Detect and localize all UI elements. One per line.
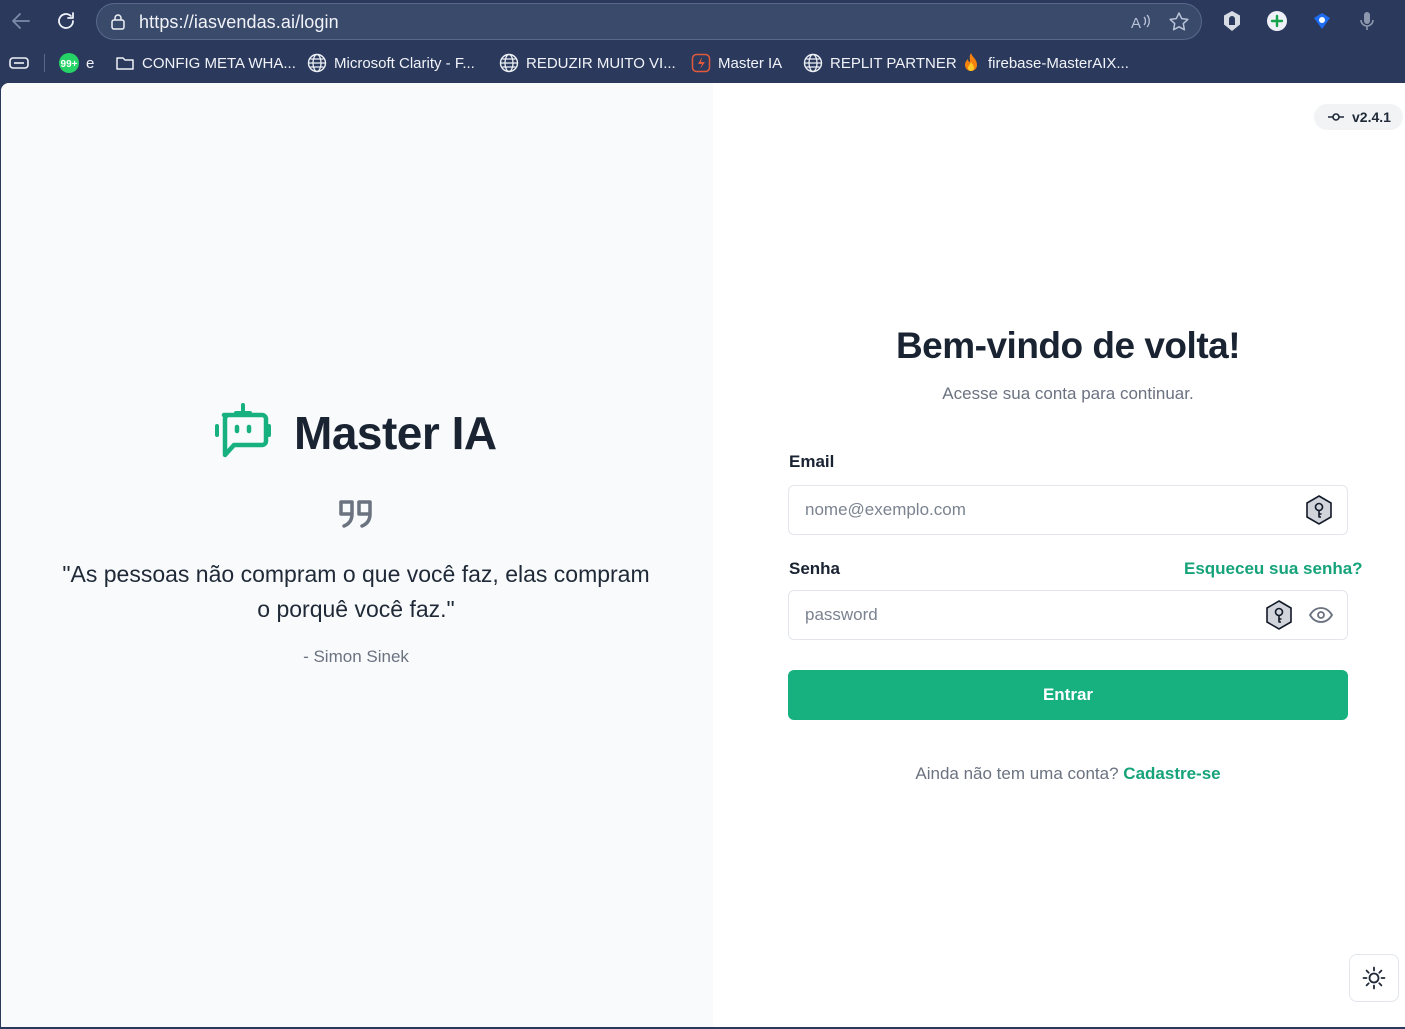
show-password-eye-icon[interactable] [1306,600,1336,630]
bookmark-item[interactable]: CONFIG META WHA... [114,51,296,75]
bookmark-label: REPLIT PARTNER [830,54,957,72]
bookmark-item[interactable]: firebase-MasterAIX... [960,51,1129,75]
read-aloud-icon[interactable]: A [1130,12,1152,32]
version-text: v2.4.1 [1352,109,1391,125]
version-badge: v2.4.1 [1314,104,1403,130]
email-field[interactable] [788,485,1348,535]
reload-icon [58,12,74,29]
bookmark-item[interactable]: 99+ e [58,51,94,75]
back-button[interactable] [8,8,34,34]
globe-icon [802,52,824,74]
git-commit-icon [1328,112,1344,122]
robot-chat-logo-icon [214,401,272,464]
password-manager-key-icon[interactable] [1304,495,1334,525]
master-ia-favicon-icon [690,52,712,74]
bookmark-item[interactable]: REDUZIR MUITO VI... [498,51,676,75]
brand-header: Master IA [214,401,497,464]
browser-toolbar: https://iasvendas.ai/login A [0,0,1405,42]
signup-prompt: Ainda não tem uma conta? Cadastre-se [788,764,1348,784]
bookmark-item[interactable]: Microsoft Clarity - F... [306,51,475,75]
extension-shield-icon[interactable] [1220,9,1244,33]
password-label: Senha [789,559,841,578]
bookmark-label: CONFIG META WHA... [142,54,296,72]
reading-list-icon[interactable] [8,51,30,75]
login-submit-button[interactable]: Entrar [788,670,1348,720]
folder-icon [114,52,136,74]
url-text[interactable]: https://iasvendas.ai/login [139,12,339,33]
site-info-icon[interactable] [109,13,127,31]
extension-add-icon[interactable] [1265,9,1289,33]
signup-prompt-text: Ainda não tem uma conta? [915,764,1119,783]
page-title: Bem-vindo de volta! [895,325,1241,366]
whatsapp-badge-icon: 99+ [58,52,80,74]
forgot-password-link[interactable]: Esqueceu sua senha? [1184,559,1363,579]
bookmark-item[interactable]: REPLIT PARTNER [802,51,957,75]
bookmark-label: e [86,54,95,72]
globe-icon [498,52,520,74]
svg-text:A: A [1131,15,1141,32]
bookmark-label: firebase-MasterAIX... [988,54,1129,72]
login-page [1,83,1405,1027]
quote-author: - Simon Sinek [303,647,409,666]
address-bar[interactable]: https://iasvendas.ai/login A [96,3,1202,40]
quote-icon [336,494,376,539]
extension-translate-icon[interactable] [1310,9,1334,33]
password-manager-key-icon[interactable] [1264,600,1294,630]
firebase-flame-icon [960,52,982,74]
sun-icon [1362,966,1386,990]
globe-icon [306,52,328,74]
svg-text:99+: 99+ [61,59,78,70]
page-subtitle: Acesse sua conta para continuar. [942,384,1194,403]
signup-link[interactable]: Cadastre-se [1123,764,1220,783]
bookmarks-divider [44,54,45,72]
bookmarks-bar: 99+ e CONFIG META WHA... Microsoft Clari… [0,42,1405,83]
bookmark-item[interactable]: Master IA [690,51,782,75]
bookmark-label: Master IA [718,54,783,72]
brand-name: Master IA [294,406,497,459]
reload-button[interactable] [53,8,79,34]
favorite-star-icon[interactable] [1168,11,1190,33]
bookmark-label: REDUZIR MUITO VI... [526,54,676,72]
quote-text: "As pessoas não compram o que você faz, … [62,561,650,622]
bookmark-label: Microsoft Clarity - F... [334,54,475,72]
back-arrow-icon [12,13,30,29]
login-panel [713,83,1405,1027]
branding-panel [1,83,713,1027]
theme-toggle-button[interactable] [1349,954,1399,1002]
microphone-icon[interactable] [1355,9,1379,33]
email-label: Email [789,452,835,471]
